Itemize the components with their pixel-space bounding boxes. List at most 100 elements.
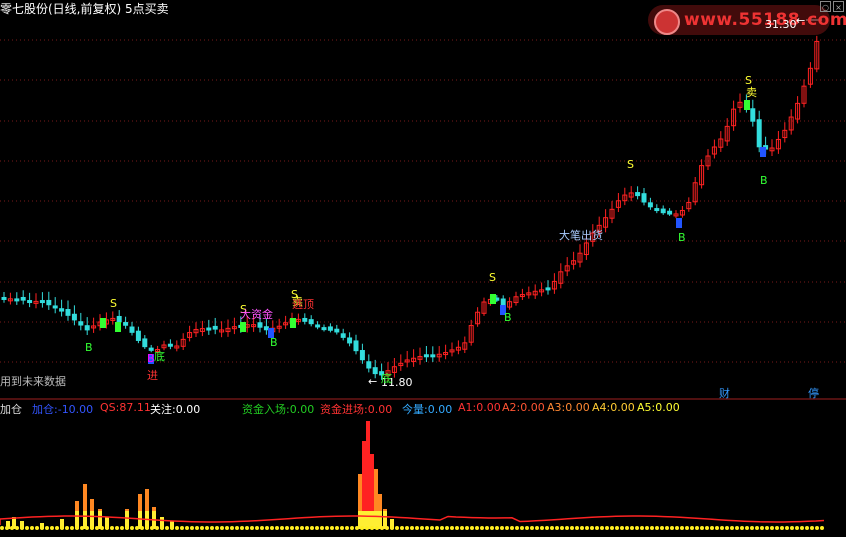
candle-body	[65, 309, 71, 316]
signal-candle	[760, 147, 766, 157]
baseline-dot	[230, 526, 234, 530]
baseline-dot	[300, 526, 304, 530]
indicator-item-label: A2:	[502, 401, 521, 414]
baseline-dot	[750, 526, 754, 530]
indicator-item-label: 今量:	[402, 403, 428, 416]
baseline-dot	[760, 526, 764, 530]
baseline-dot	[685, 526, 689, 530]
candle-body	[212, 325, 218, 330]
chart-title: 零七股份(日线,前复权) 5点买卖	[0, 2, 169, 16]
indicator-item-label: 资金进场:	[320, 403, 368, 416]
baseline-dot	[765, 526, 769, 530]
baseline-dot	[165, 526, 169, 530]
baseline-dot	[5, 526, 9, 530]
price-high-label: 31.30	[765, 18, 797, 31]
badge-cai[interactable]: 财	[719, 385, 730, 401]
candle-body	[116, 315, 122, 323]
baseline-dot	[715, 526, 719, 530]
indicator-item-value: 0.00	[289, 403, 315, 416]
baseline-dot	[565, 526, 569, 530]
baseline-dot	[570, 526, 574, 530]
candle-body	[302, 317, 308, 322]
baseline-dot	[545, 526, 549, 530]
baseline-dot	[640, 526, 644, 530]
baseline-dot	[320, 526, 324, 530]
candle-body	[545, 287, 551, 291]
baseline-dot	[725, 526, 729, 530]
indicator-item-label: 加仓:	[32, 403, 58, 416]
baseline-dot	[615, 526, 619, 530]
signal-di: 底	[154, 350, 165, 363]
baseline-dot	[440, 526, 444, 530]
candle-body	[263, 326, 269, 331]
candle-body	[123, 322, 129, 326]
baseline-dot	[745, 526, 749, 530]
candle-body	[321, 327, 327, 331]
baseline-dot	[780, 526, 784, 530]
baseline-dot	[465, 526, 469, 530]
candle-body	[71, 313, 77, 321]
baseline-dot	[450, 526, 454, 530]
baseline-dot	[705, 526, 709, 530]
baseline-dot	[550, 526, 554, 530]
baseline-dot	[735, 526, 739, 530]
signal-big-out: 大笔出货	[559, 229, 603, 242]
candle-body	[660, 208, 666, 214]
baseline-dot	[435, 526, 439, 530]
candle-body	[20, 296, 26, 301]
candle-body	[372, 367, 378, 375]
baseline-dot	[430, 526, 434, 530]
baseline-dot	[360, 526, 364, 530]
baseline-dot	[380, 526, 384, 530]
baseline-dot	[540, 526, 544, 530]
candle-body	[148, 347, 154, 351]
baseline-dot	[190, 526, 194, 530]
baseline-dot	[115, 526, 119, 530]
baseline-dot	[270, 526, 274, 530]
baseline-dot	[0, 526, 4, 530]
baseline-dot	[680, 526, 684, 530]
baseline-dot	[55, 526, 59, 530]
indicator-item-value: -10.00	[57, 403, 94, 416]
baseline-dot	[285, 526, 289, 530]
close-icon[interactable]: ×	[833, 1, 844, 12]
candle-body	[353, 340, 359, 352]
indicator-item: 资金进场:0.00	[320, 401, 392, 417]
baseline-dot	[145, 526, 149, 530]
baseline-dot	[350, 526, 354, 530]
baseline-dot	[820, 526, 824, 530]
candle-body	[129, 326, 135, 333]
indicator-item-value: 0.00	[610, 401, 635, 414]
baseline-dot	[625, 526, 629, 530]
badge-ting[interactable]: 停	[808, 385, 819, 401]
baseline-dot	[205, 526, 209, 530]
baseline-dot	[665, 526, 669, 530]
baseline-dot	[675, 526, 679, 530]
baseline-dot	[460, 526, 464, 530]
signal-escape: 逃顶	[292, 298, 314, 311]
candle-body	[257, 322, 263, 328]
baseline-dot	[445, 526, 449, 530]
baseline-dot	[250, 526, 254, 530]
indicator-item: 今量:0.00	[402, 401, 452, 417]
indicator-item-value: 0.00	[520, 401, 545, 414]
indicator-item-label: A1:	[458, 401, 477, 414]
baseline-dot	[45, 526, 49, 530]
baseline-dot	[130, 526, 134, 530]
minimize-icon[interactable]: ○	[820, 1, 831, 12]
indicator-item-label: A5:	[637, 401, 656, 414]
indicator-item-value: 0.00	[367, 403, 393, 416]
signal-candle	[290, 318, 296, 328]
baseline-dot	[15, 526, 19, 530]
baseline-dot	[610, 526, 614, 530]
baseline-dot	[475, 526, 479, 530]
candle-body	[500, 298, 506, 306]
candle-body	[635, 192, 641, 197]
baseline-dot	[420, 526, 424, 530]
candle-body	[84, 325, 90, 331]
baseline-dot	[215, 526, 219, 530]
signal-big-money: 大资金	[240, 308, 273, 321]
indicator-item-label: A3:	[547, 401, 566, 414]
baseline-dot	[580, 526, 584, 530]
baseline-dot	[235, 526, 239, 530]
